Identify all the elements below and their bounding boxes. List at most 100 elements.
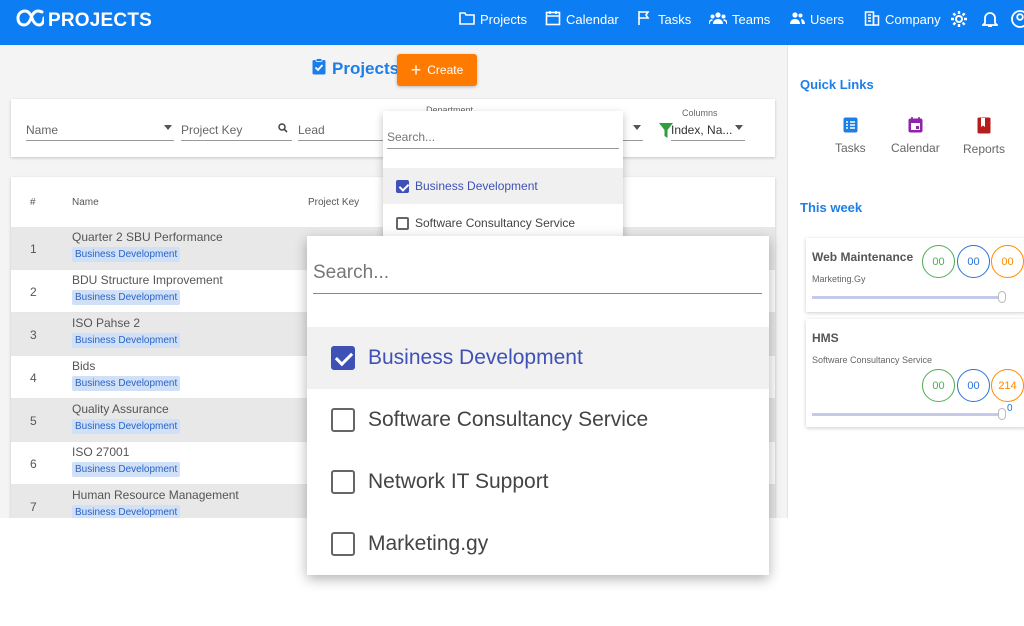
quick-link-reports[interactable]: Reports [963,117,1005,156]
top-navbar: PROJECTS Projects Calendar Tasks Teams U… [0,0,1024,45]
page-title: Projects [332,59,400,78]
right-sidebar: Quick Links Tasks Calendar Reports This … [787,45,1024,518]
settings-gear-icon[interactable] [950,10,968,33]
nav-projects[interactable]: Projects [459,10,527,29]
chevron-down-icon [633,125,641,130]
week-item-department: Marketing.Gy [812,274,866,284]
columns-label: Columns [682,108,718,118]
row-index: 3 [30,328,37,342]
department-option-label: Marketing.gy [368,532,489,555]
users-icon [789,10,805,29]
project-key-placeholder: Project Key [181,122,243,137]
row-project-name[interactable]: ISO 27001 [72,445,129,459]
row-index: 4 [30,371,37,385]
calendar-icon [545,10,561,29]
chevron-down-icon [164,125,172,130]
nav-company-label: Company [885,12,941,27]
row-index: 5 [30,414,37,428]
tasks-icon [843,117,858,136]
infinity-logo-icon [12,6,46,35]
row-project-name[interactable]: ISO Pahse 2 [72,316,140,330]
department-search-input[interactable]: Search... [313,262,762,294]
count-badge-orange: 00 [991,245,1024,278]
department-option-label: Business Development [368,346,583,369]
quick-links-title: Quick Links [800,77,874,92]
book-icon [977,117,991,137]
week-item-card[interactable]: Web Maintenance Marketing.Gy 00 00 00 [806,238,1024,312]
brand-logo[interactable]: PROJECTS [12,6,152,35]
count-badge-orange: 214 [991,369,1024,402]
slider-knob[interactable] [998,408,1006,420]
columns-select[interactable]: Index, Na... [671,119,745,141]
row-index: 2 [30,285,37,299]
nav-teams-label: Teams [732,12,771,27]
department-option[interactable]: Business Development [383,168,623,204]
this-week-title: This week [800,200,863,215]
department-option[interactable]: Software Consultancy Service [307,389,769,451]
week-item-title: HMS [812,331,839,345]
checkbox-checked-icon[interactable] [331,346,355,370]
header-project-key: Project Key [308,197,360,208]
lead-filter-placeholder: Lead [298,122,325,137]
checkbox-icon[interactable] [396,216,409,230]
teams-icon [708,10,728,29]
row-department-badge: Business Development [72,376,181,391]
row-project-name[interactable]: BDU Structure Improvement [72,273,223,287]
nav-users-label: Users [810,12,844,27]
nav-tasks-label: Tasks [658,12,692,27]
plus-icon: + [410,60,422,80]
quick-link-label: Reports [963,142,1006,156]
department-option[interactable]: Marketing.gy [307,513,769,575]
slider-knob[interactable] [998,291,1006,303]
quick-link-label: Calendar [891,141,940,155]
department-filter-select[interactable] [623,119,643,141]
row-project-name[interactable]: Bids [72,359,95,373]
project-key-input[interactable]: Project Key [181,119,292,141]
row-department-badge: Business Development [72,290,181,305]
progress-slider[interactable] [812,408,1006,420]
company-icon [864,10,880,29]
progress-slider[interactable] [812,291,1006,303]
department-option-label: Software Consultancy Service [415,216,576,230]
checkbox-icon[interactable] [331,470,355,494]
week-item-card[interactable]: HMS Software Consultancy Service 00 00 2… [806,319,1024,427]
lead-filter-select[interactable]: Lead [298,119,383,141]
week-item-title: Web Maintenance [812,250,914,264]
row-index: 1 [30,242,37,256]
row-index: 6 [30,457,37,471]
row-department-badge: Business Development [72,505,181,518]
create-button-label: Create [427,63,464,77]
create-button[interactable]: + Create [397,54,477,86]
count-badge-blue: 00 [957,369,990,402]
quick-link-calendar[interactable]: Calendar [891,117,940,155]
row-project-name[interactable]: Quality Assurance [72,402,169,416]
department-option-label: Software Consultancy Service [368,408,649,431]
account-avatar-icon[interactable] [1011,10,1024,33]
nav-calendar[interactable]: Calendar [545,10,619,29]
row-project-name[interactable]: Quarter 2 SBU Performance [72,230,223,244]
name-filter-placeholder: Name [26,122,59,137]
department-dropdown-zoomed: Search... Business Development Software … [307,236,769,575]
brand-name: PROJECTS [48,9,153,31]
name-filter-select[interactable]: Name [26,119,174,141]
department-dropdown-menu: Search... Business Development Software … [383,111,623,241]
department-search-input[interactable]: Search... [387,125,619,149]
row-index: 7 [30,500,37,514]
notifications-bell-icon[interactable] [980,10,1000,33]
checkbox-icon[interactable] [331,532,355,556]
nav-users[interactable]: Users [789,10,844,29]
department-option[interactable]: Business Development [307,327,769,389]
quick-link-tasks[interactable]: Tasks [835,117,866,155]
checkbox-icon[interactable] [331,408,355,432]
row-department-badge: Business Development [72,419,181,434]
nav-tasks[interactable]: Tasks [637,10,691,29]
calendar-icon [908,117,923,136]
nav-teams[interactable]: Teams [708,10,771,29]
row-department-badge: Business Development [72,462,181,477]
row-project-name[interactable]: Human Resource Management [72,488,239,502]
nav-company[interactable]: Company [864,10,941,29]
department-option[interactable]: Network IT Support [307,451,769,513]
department-option-label: Business Development [415,179,538,193]
folder-icon [459,10,475,29]
checkbox-checked-icon[interactable] [396,179,409,193]
